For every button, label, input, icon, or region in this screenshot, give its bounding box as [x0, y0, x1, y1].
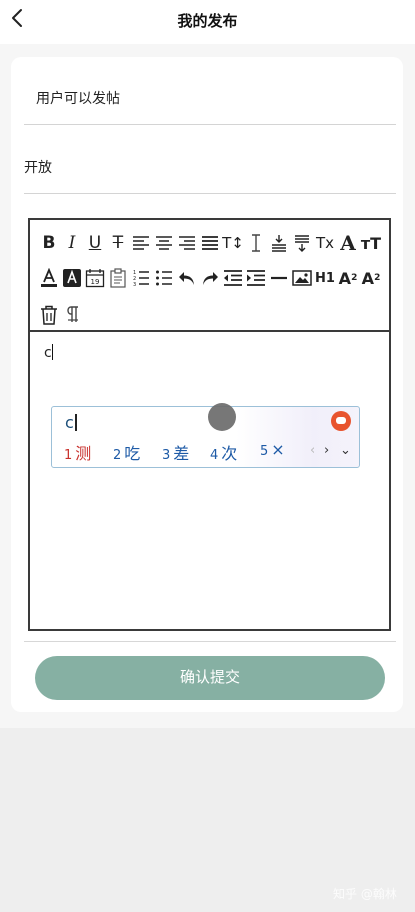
- align-right-button[interactable]: [176, 232, 198, 254]
- unordered-list-button[interactable]: [153, 267, 175, 289]
- next-page-icon[interactable]: ›: [324, 443, 329, 458]
- bg-color-button[interactable]: [61, 267, 83, 289]
- trash-icon: [41, 305, 57, 325]
- indent-bottom-button[interactable]: [291, 232, 313, 254]
- subscript-button[interactable]: A2: [337, 267, 359, 289]
- align-center-icon: [156, 236, 172, 250]
- form-divider: [24, 641, 396, 642]
- svg-text:3: 3: [133, 282, 136, 287]
- indent-top-button[interactable]: [268, 232, 290, 254]
- text-height-button[interactable]: тT: [360, 232, 382, 254]
- calendar-icon: 19: [85, 269, 105, 288]
- indent-icon: [247, 270, 265, 286]
- editor-text: c: [44, 345, 52, 361]
- superscript-button[interactable]: A2: [360, 267, 382, 289]
- bold-button[interactable]: B: [38, 232, 60, 254]
- undo-icon: [179, 272, 194, 285]
- ordered-list-icon: 123: [133, 270, 149, 287]
- toolbar-divider: [30, 330, 389, 332]
- visibility-field[interactable]: 开放: [24, 157, 52, 177]
- candidate-5[interactable]: 5 ×: [260, 440, 285, 459]
- clipboard-icon: [110, 268, 126, 288]
- ime-composition: c: [65, 413, 77, 432]
- outdent-button[interactable]: [222, 267, 244, 289]
- top-bar: 我的发布: [0, 0, 415, 44]
- image-icon: [292, 270, 312, 286]
- candidate-1[interactable]: 1测: [64, 440, 91, 464]
- candidate-2[interactable]: 2吃: [113, 440, 140, 464]
- align-left-icon: [133, 236, 149, 250]
- unordered-list-icon: [156, 270, 172, 286]
- ime-candidate-panel: c 1测 2吃 3差 4次 5 × ‹ › ⌄: [51, 406, 360, 468]
- ordered-list-button[interactable]: 123: [130, 267, 152, 289]
- paragraph-icon: [67, 306, 78, 322]
- horizontal-rule-icon: [271, 276, 287, 280]
- expand-icon[interactable]: ⌄: [340, 443, 351, 458]
- ime-cursor: [74, 414, 77, 431]
- line-height-button[interactable]: [245, 232, 267, 254]
- watermark: 知乎 @翰林: [333, 887, 397, 901]
- outdent-icon: [224, 270, 242, 286]
- horizontal-rule-button[interactable]: [268, 267, 290, 289]
- big-font-button[interactable]: A: [337, 231, 359, 255]
- ime-logo-icon[interactable]: [331, 411, 351, 431]
- candidate-4[interactable]: 4次: [210, 440, 237, 464]
- align-left-button[interactable]: [130, 232, 152, 254]
- delete-button[interactable]: [38, 304, 60, 326]
- text-caret: [51, 344, 53, 360]
- align-justify-icon: [202, 236, 218, 250]
- bg-color-icon: [63, 269, 81, 287]
- space-after-icon: [295, 235, 309, 252]
- undo-button[interactable]: [176, 267, 198, 289]
- heading-button[interactable]: H1: [314, 267, 336, 289]
- candidate-3[interactable]: 3差: [162, 440, 189, 464]
- permission-field[interactable]: 用户可以发帖: [36, 88, 120, 108]
- indent-button[interactable]: [245, 267, 267, 289]
- align-right-icon: [179, 236, 195, 250]
- text-color-icon: [41, 268, 57, 287]
- align-justify-button[interactable]: [199, 232, 221, 254]
- align-center-button[interactable]: [153, 232, 175, 254]
- image-button[interactable]: [291, 267, 313, 289]
- page-title: 我的发布: [177, 12, 238, 30]
- clear-format-button[interactable]: Tx: [314, 232, 336, 254]
- submit-button[interactable]: 确认提交: [35, 656, 385, 700]
- text-color-button[interactable]: [38, 267, 60, 289]
- paragraph-button[interactable]: [61, 304, 83, 326]
- font-size-button[interactable]: T↕: [222, 232, 244, 254]
- prev-page-icon[interactable]: ‹: [310, 443, 315, 458]
- redo-button[interactable]: [199, 267, 221, 289]
- field-divider: [24, 193, 396, 194]
- underline-button[interactable]: U: [84, 232, 106, 254]
- redo-icon: [203, 272, 218, 285]
- editor-content-area[interactable]: c: [44, 344, 53, 361]
- clipboard-button[interactable]: [107, 267, 129, 289]
- space-before-icon: [272, 235, 286, 252]
- italic-button[interactable]: I: [61, 232, 83, 254]
- date-button[interactable]: 19: [84, 267, 106, 289]
- strikethrough-button[interactable]: T: [107, 232, 129, 254]
- svg-text:19: 19: [91, 278, 100, 286]
- touch-indicator: [208, 403, 236, 431]
- line-height-icon: [252, 234, 260, 252]
- field-divider: [24, 124, 396, 125]
